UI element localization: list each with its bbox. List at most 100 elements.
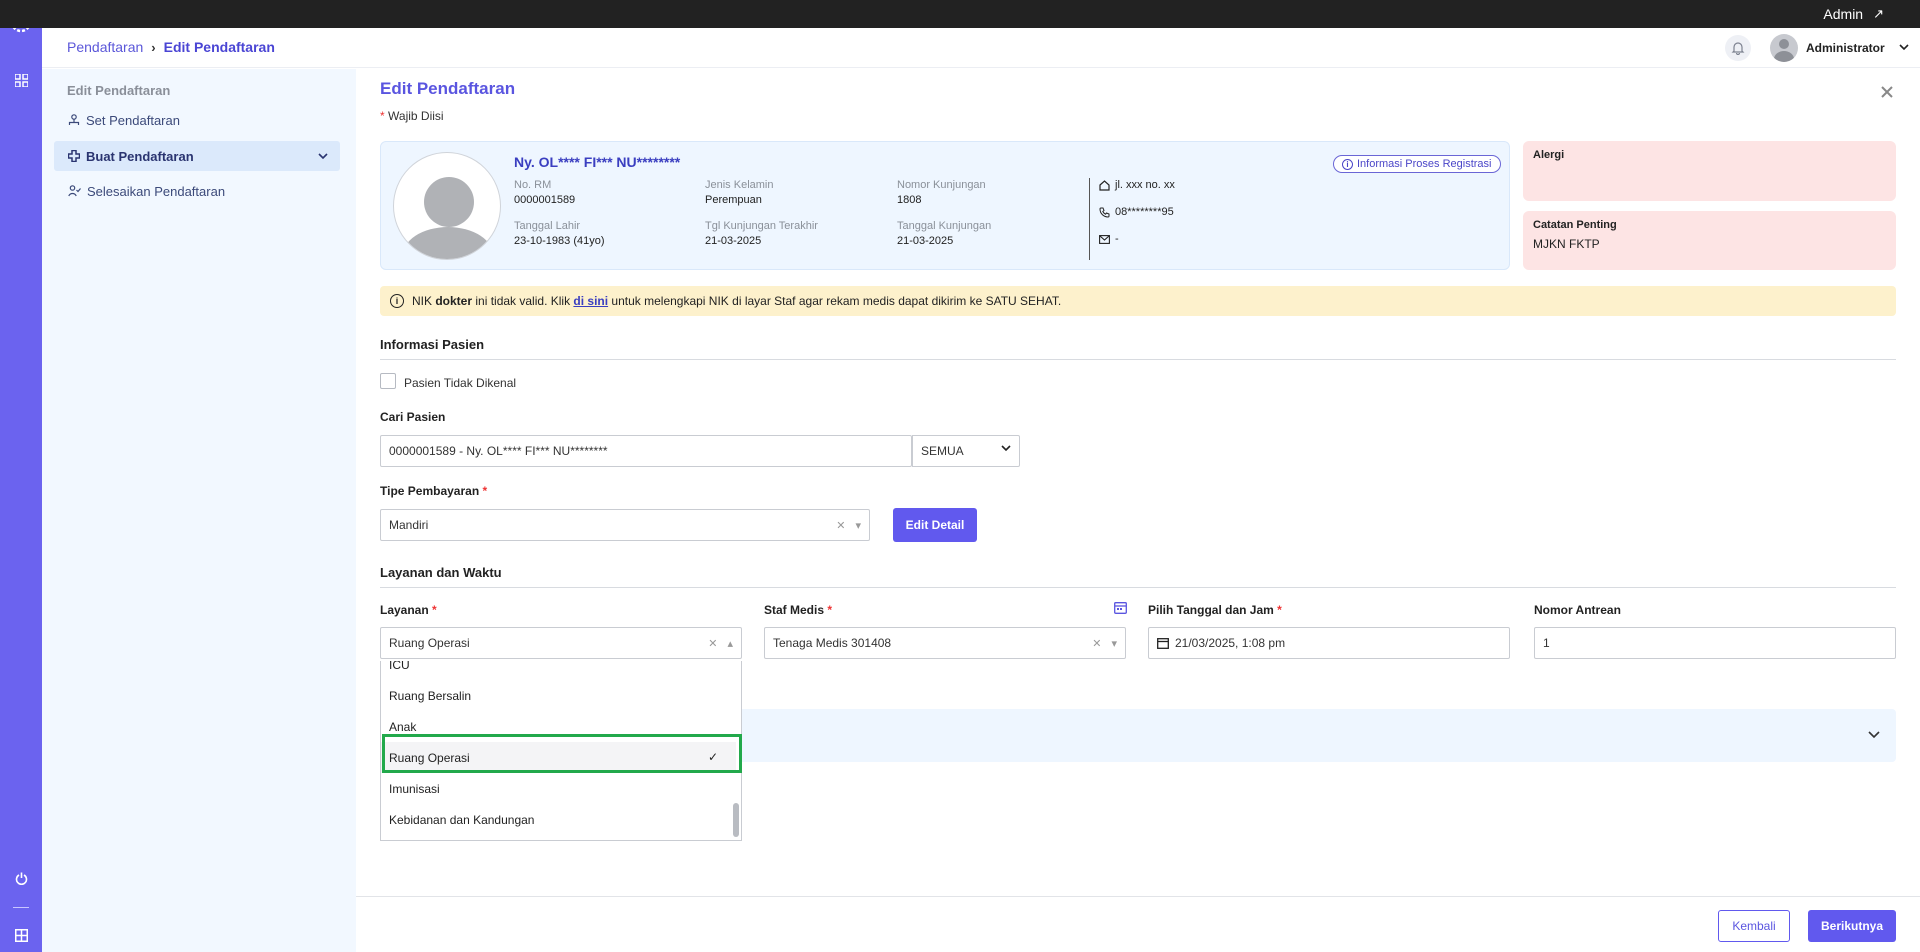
chevron-down-icon <box>1001 445 1011 452</box>
email-value: - <box>1115 233 1119 245</box>
search-patient-input[interactable]: 0000001589 - Ny. OL**** FI*** NU******** <box>380 435 912 467</box>
required-star: * <box>380 109 385 123</box>
no-rm-label: No. RM <box>514 179 552 191</box>
patient-email: - <box>1099 233 1119 245</box>
visit-date-label: Tanggal Kunjungan <box>897 220 992 232</box>
queue-number-value: 1 <box>1543 636 1550 650</box>
datetime-label: Pilih Tanggal dan Jam * <box>1148 603 1282 617</box>
section-patient-info: Informasi Pasien <box>380 337 1896 360</box>
page-title: Edit Pendaftaran <box>380 79 516 98</box>
unknown-patient-checkbox[interactable] <box>380 373 396 389</box>
patient-address: jl. xxx no. xx <box>1099 179 1175 191</box>
plus-cross-icon <box>68 150 80 162</box>
payment-type-value: Mandiri <box>389 518 429 532</box>
medical-staff-select[interactable]: Tenaga Medis 301408 ✕ ▾ <box>764 627 1126 659</box>
clear-icon[interactable]: ✕ <box>1092 637 1101 650</box>
last-visit-value: 21-03-2025 <box>705 235 762 247</box>
breadcrumb-separator-icon: › <box>151 39 156 55</box>
fix-nik-link[interactable]: di sini <box>573 294 608 308</box>
sidebar-item-buat-pendaftaran[interactable]: Buat Pendaftaran <box>54 141 340 171</box>
admin-link[interactable]: Admin ↗ <box>1823 6 1884 22</box>
calendar-icon[interactable] <box>1114 601 1127 617</box>
service-option-selected[interactable]: Ruang Operasi ✓ <box>381 742 736 773</box>
footer-bar: Kembali Berikutnya <box>356 896 1920 952</box>
contact-divider <box>1089 178 1090 260</box>
info-icon: i <box>1342 158 1353 170</box>
user-group-icon <box>68 114 80 125</box>
visit-no-label: Nomor Kunjungan <box>897 179 986 191</box>
address-value: jl. xxx no. xx <box>1115 179 1175 191</box>
medical-staff-value: Tenaga Medis 301408 <box>773 636 892 650</box>
admin-label: Admin <box>1823 6 1864 22</box>
sidebar-item-label: Buat Pendaftaran <box>86 148 194 164</box>
queue-number-label: Nomor Antrean <box>1534 603 1621 617</box>
section-service-time: Layanan dan Waktu <box>380 565 1896 588</box>
visit-date-value: 21-03-2025 <box>897 235 954 247</box>
required-text: Wajib Diisi <box>388 109 444 123</box>
warning-text: NIK dokter ini tidak valid. Klik di sini… <box>412 294 1062 308</box>
gender-label: Jenis Kelamin <box>705 179 774 191</box>
service-value: Ruang Operasi <box>389 636 470 650</box>
home-icon <box>1099 179 1110 191</box>
phone-value: 08********95 <box>1115 206 1174 218</box>
user-name: Administrator <box>1806 41 1885 55</box>
nik-warning-banner: i NIK dokter ini tidak valid. Klik di si… <box>380 286 1896 316</box>
left-rail <box>0 0 42 952</box>
back-button[interactable]: Kembali <box>1718 910 1790 942</box>
search-patient-label: Cari Pasien <box>380 410 446 424</box>
search-patient-value: 0000001589 - Ny. OL**** FI*** NU******** <box>389 444 608 458</box>
chevron-down-icon[interactable] <box>318 149 328 163</box>
sidebar-item-set-pendaftaran[interactable]: Set Pendaftaran <box>54 105 340 135</box>
rail-divider <box>13 907 29 908</box>
service-option[interactable]: Anak <box>381 711 736 742</box>
sidebar-item-selesaikan-pendaftaran[interactable]: Selesaikan Pendaftaran <box>54 176 340 206</box>
important-notes-value: MJKN FKTP <box>1533 237 1600 251</box>
page-header: Pendaftaran › Edit Pendaftaran Administr… <box>42 28 1920 68</box>
medical-staff-label: Staf Medis * <box>764 603 833 617</box>
notification-bell-icon[interactable] <box>1725 35 1751 61</box>
registration-info-button[interactable]: i Informasi Proses Registrasi <box>1333 155 1501 173</box>
patient-phone: 08********95 <box>1099 206 1174 218</box>
user-check-icon <box>68 185 81 197</box>
sidebar-title: Edit Pendaftaran <box>67 83 171 98</box>
layout-icon[interactable] <box>13 927 29 943</box>
user-menu[interactable]: Administrator <box>1770 34 1909 62</box>
payment-type-select[interactable]: Mandiri ✕ ▾ <box>380 509 870 541</box>
unknown-patient-label: Pasien Tidak Dikenal <box>404 376 517 390</box>
dob-value: 23-10-1983 (41yo) <box>514 235 605 247</box>
close-icon[interactable] <box>1880 83 1894 104</box>
search-filter-select[interactable]: SEMUA <box>912 435 1020 467</box>
patient-avatar <box>393 152 501 260</box>
no-rm-value: 0000001589 <box>514 194 576 206</box>
queue-number-input[interactable]: 1 <box>1534 627 1896 659</box>
service-option[interactable]: ICU <box>381 661 736 680</box>
caret-down-icon: ▾ <box>1111 638 1117 650</box>
important-notes-panel: Catatan Penting MJKN FKTP <box>1523 211 1896 270</box>
clear-icon[interactable]: ✕ <box>836 519 845 532</box>
breadcrumb: Pendaftaran › Edit Pendaftaran <box>67 39 275 55</box>
clear-icon[interactable]: ✕ <box>708 637 717 650</box>
payment-type-label: Tipe Pembayaran * <box>380 484 488 498</box>
service-option[interactable]: Imunisasi <box>381 773 736 804</box>
edit-detail-button[interactable]: Edit Detail <box>893 508 977 542</box>
breadcrumb-pendaftaran[interactable]: Pendaftaran <box>67 39 143 55</box>
service-option[interactable]: Kebidanan dan Kandungan <box>381 804 736 835</box>
important-notes-title: Catatan Penting <box>1533 219 1617 231</box>
power-icon[interactable] <box>13 870 29 886</box>
datetime-input[interactable]: 21/03/2025, 1:08 pm <box>1148 627 1510 659</box>
breadcrumb-current: Edit Pendaftaran <box>163 39 275 55</box>
service-option[interactable]: Ruang Bersalin <box>381 680 736 711</box>
service-select[interactable]: Ruang Operasi ✕ ▴ <box>380 627 742 659</box>
chevron-down-icon <box>1899 42 1909 54</box>
last-visit-label: Tgl Kunjungan Terakhir <box>705 220 818 232</box>
calendar-icon <box>1157 638 1169 649</box>
dropdown-scrollbar[interactable] <box>733 803 739 837</box>
next-button[interactable]: Berikutnya <box>1808 910 1896 942</box>
check-icon: ✓ <box>707 750 718 764</box>
service-dropdown-list[interactable]: ICU Ruang Bersalin Anak Ruang Operasi ✓ … <box>380 661 742 841</box>
allergy-panel: Alergi <box>1523 141 1896 201</box>
search-filter-value: SEMUA <box>921 444 964 458</box>
apps-grid-icon[interactable] <box>13 72 29 88</box>
main-content: Edit Pendaftaran * Wajib Diisi Ny. OL***… <box>356 69 1920 952</box>
dob-label: Tanggal Lahir <box>514 220 581 232</box>
